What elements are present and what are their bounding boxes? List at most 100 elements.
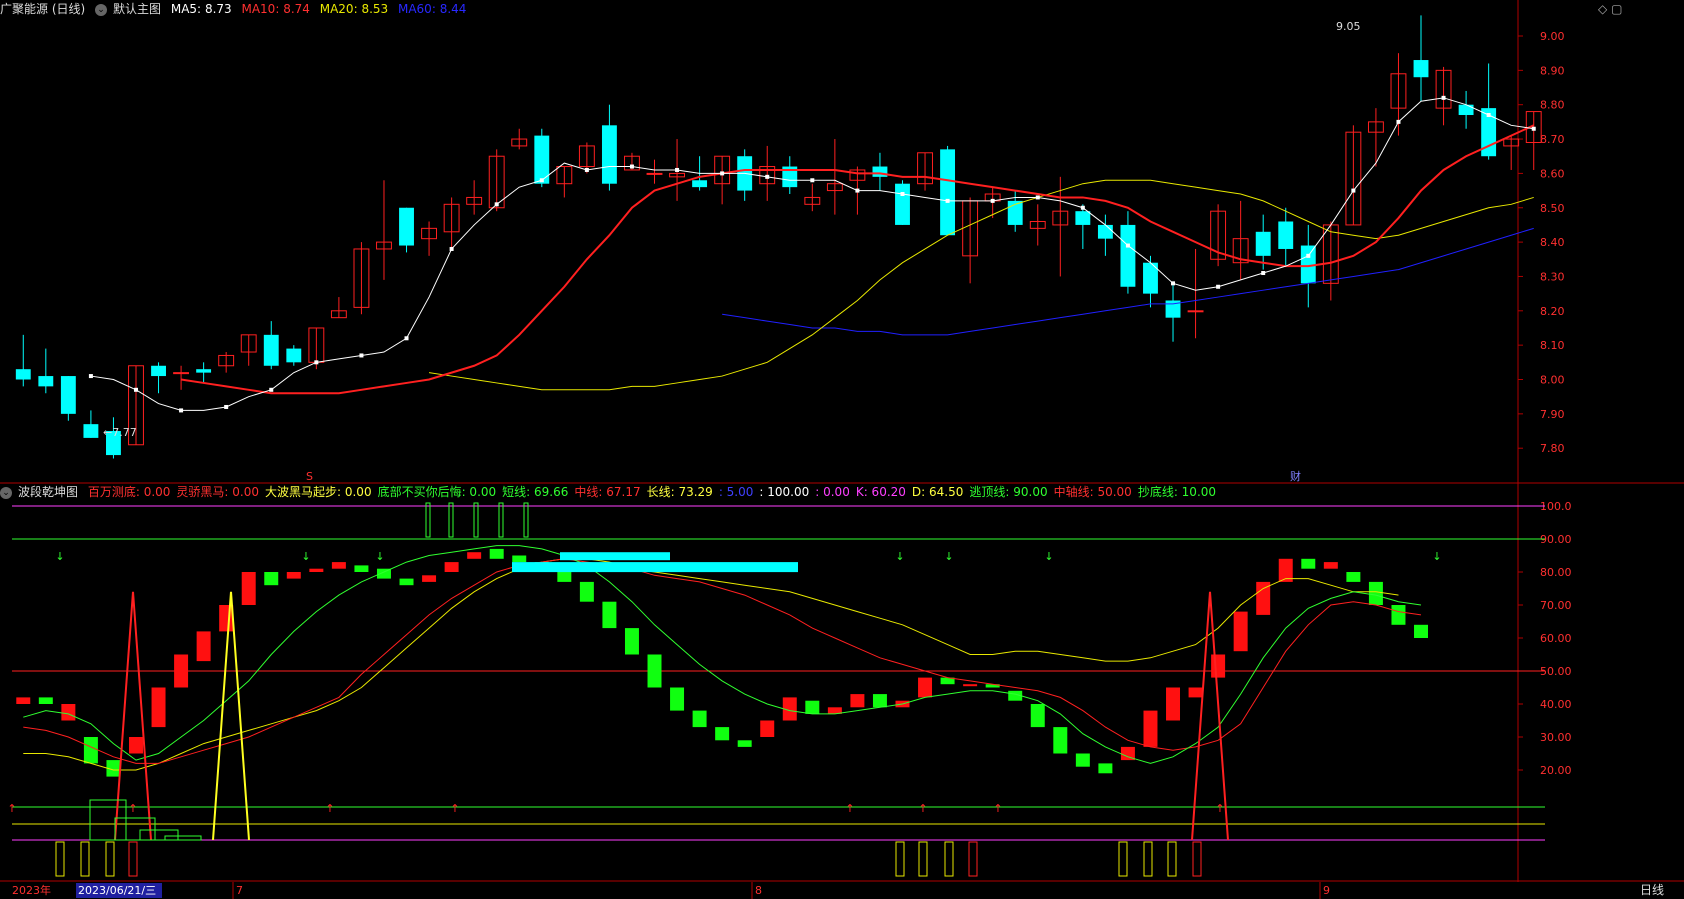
osc-tick-label: 80.00 <box>1540 566 1572 579</box>
price-tick-label: 8.00 <box>1540 374 1565 387</box>
ma5-dot <box>449 246 454 251</box>
restore-icon[interactable]: ▢ <box>1611 2 1622 16</box>
osc-bar <box>737 740 752 747</box>
sub-indicator-4: 短线: 69.66 <box>502 485 569 499</box>
sub-indicator-2: 大波黑马起步: 0.00 <box>265 485 372 499</box>
osc-bar <box>1233 611 1248 652</box>
sub-chart-header: ⌄ 波段乾坤图 百万测底: 0.00 灵骄黑马: 0.00 大波黑马起步: 0.00 底… <box>0 483 1228 501</box>
candle-body-down <box>38 376 54 387</box>
bottom-signal-box <box>1143 841 1153 877</box>
osc-bar <box>286 572 301 579</box>
osc-bar <box>331 562 346 569</box>
ma60-indicator: MA60: 8.44 <box>398 2 466 16</box>
ma5-dot <box>1486 113 1491 118</box>
stepped-box <box>89 799 127 841</box>
price-tick-label: 8.20 <box>1540 305 1565 318</box>
osc-bar <box>1053 727 1068 754</box>
up-arrow-signal: ↑ <box>450 802 459 815</box>
osc-bar <box>918 677 933 698</box>
sub-indicator-11: D: 64.50 <box>911 485 964 499</box>
cyan-band-top <box>560 552 670 561</box>
signal-bar-green <box>425 502 431 538</box>
ma5-dot <box>179 408 184 413</box>
price-tick-label: 8.50 <box>1540 202 1565 215</box>
osc-bar <box>264 572 279 586</box>
sub-panel-name[interactable]: 波段乾坤图 <box>18 485 78 499</box>
ma20-value: 8.53 <box>361 2 389 16</box>
ma5-dot <box>1080 205 1085 210</box>
osc-bar <box>512 555 527 563</box>
osc-bar <box>692 710 707 728</box>
ma10-value: 8.74 <box>283 2 310 16</box>
ma5-dot <box>314 360 319 365</box>
candle-body-down <box>1458 104 1474 116</box>
sub-indicator-0: 百万测底: 0.00 <box>87 485 171 499</box>
osc-bar <box>1368 581 1383 605</box>
ma5-dot <box>990 198 995 203</box>
chevron-down-icon[interactable]: ⌄ <box>0 486 12 499</box>
osc-bar <box>38 697 53 704</box>
osc-tick-label: 30.00 <box>1540 731 1572 744</box>
ma5-dot <box>539 178 544 183</box>
osc-bar <box>129 737 143 754</box>
bottom-signal-box <box>895 841 905 877</box>
price-tick-label: 8.40 <box>1540 236 1565 249</box>
sub-indicator-8: : 100.00 <box>759 485 810 499</box>
price-tick-label: 7.80 <box>1540 442 1565 455</box>
ma5-dot <box>1216 284 1221 289</box>
candle-body-down <box>60 376 76 414</box>
osc-bar <box>1030 704 1045 728</box>
up-arrow-signal: ↑ <box>1215 802 1224 815</box>
osc-tick-label: 20.00 <box>1540 764 1572 777</box>
up-arrow-signal: ↑ <box>918 802 927 815</box>
osc-bar <box>489 548 504 559</box>
ma5-dot <box>359 353 364 358</box>
price-tick-label: 8.80 <box>1540 99 1565 112</box>
ma10-indicator: MA10: 8.74 <box>241 2 309 16</box>
ma5-dot <box>224 404 229 409</box>
window-controls: ◇ ▢ <box>1598 2 1622 16</box>
price-tick-label: 8.10 <box>1540 339 1565 352</box>
chevron-down-icon[interactable]: ⌄ <box>95 3 108 16</box>
bottom-signal-box <box>1192 841 1202 877</box>
bottom-signal-box <box>80 841 90 877</box>
signal-bar-green <box>523 502 529 538</box>
candle-body-down <box>1075 211 1091 225</box>
bottom-signal-box <box>968 841 978 877</box>
osc-bar <box>467 552 482 559</box>
candle-body-down <box>15 369 31 380</box>
osc-bar <box>61 704 76 721</box>
sub-indicator-5: 中线: 67.17 <box>574 485 641 499</box>
candle-body-down <box>895 183 910 225</box>
ma5-line <box>90 97 1534 411</box>
ma5-dot <box>404 336 409 341</box>
osc-bar <box>174 654 189 688</box>
chart-canvas[interactable]: 9.00 8.90 8.80 8.70 8.60 8.50 8.40 8.30 8.20 8.10… <box>0 0 1684 899</box>
osc-tick-label: 60.00 <box>1540 632 1572 645</box>
price-tick-label: 8.60 <box>1540 167 1565 180</box>
ma5-label: MA5: <box>170 2 202 16</box>
ma5-dot <box>765 174 770 179</box>
diamond-icon[interactable]: ◇ <box>1598 2 1607 16</box>
down-arrow-signal: ↓ <box>375 550 384 563</box>
stock-title[interactable]: 广聚能源 (日线) <box>0 2 85 16</box>
candle-body-down <box>601 125 617 184</box>
osc-bar <box>1075 753 1090 767</box>
osc-bar <box>422 575 437 582</box>
candle-body-down <box>399 207 414 246</box>
main-panel-name[interactable]: 默认主图 <box>113 2 161 16</box>
ma5-dot <box>1125 243 1130 248</box>
up-arrow-signal: ↑ <box>128 802 137 815</box>
stepped-box <box>139 829 179 841</box>
osc-bar <box>1414 624 1428 638</box>
long-line <box>23 558 1399 771</box>
ma5-dot <box>584 167 589 172</box>
down-arrow-signal: ↓ <box>1432 550 1441 563</box>
signal-bar-green <box>473 502 479 538</box>
ma60-label: MA60: <box>397 2 436 16</box>
osc-bar <box>647 654 662 688</box>
ma5-dot <box>855 188 860 193</box>
ma5-dot <box>900 192 905 197</box>
up-arrow-signal: ↑ <box>7 802 16 815</box>
period-label[interactable]: 日线 <box>1640 882 1664 899</box>
